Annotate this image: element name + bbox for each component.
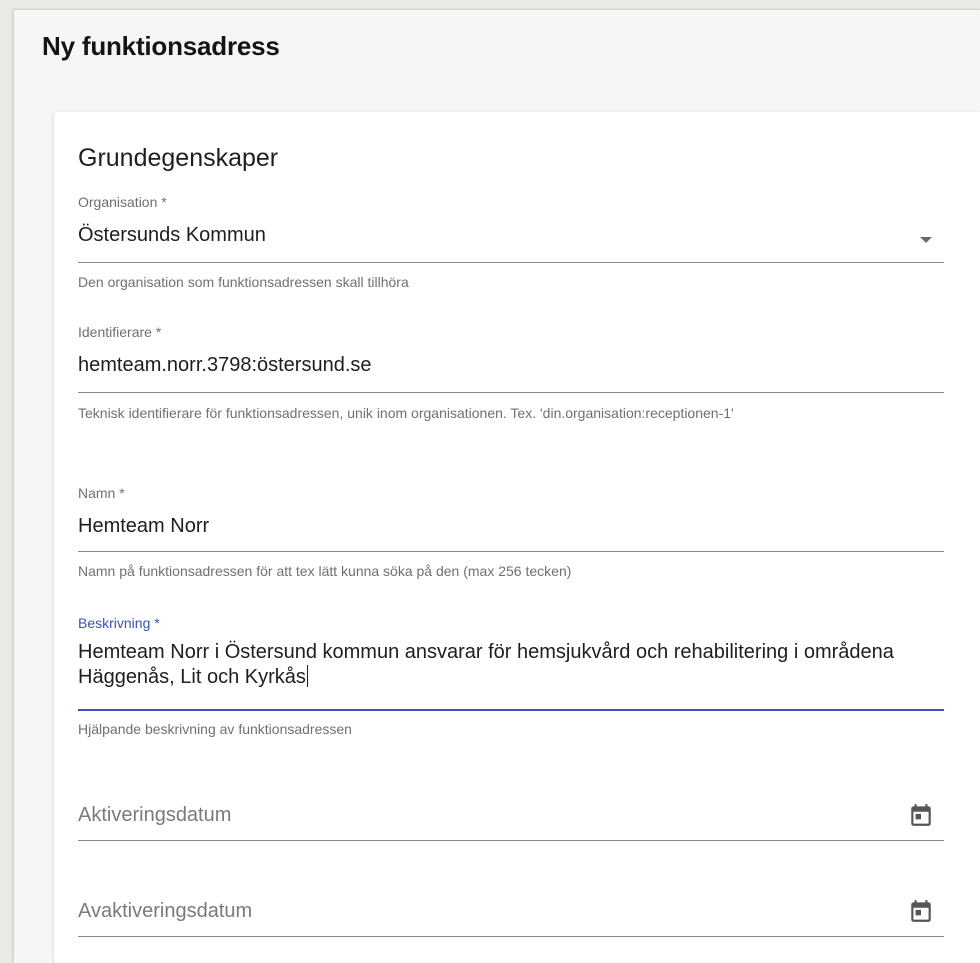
beskrivning-hint: Hjälpande beskrivning av funktionsadress…	[78, 721, 352, 737]
beskrivning-label: Beskrivning *	[78, 615, 160, 631]
identifierare-field[interactable]: Identifierare * hemteam.norr.3798:östers…	[78, 324, 944, 464]
beskrivning-field[interactable]: Beskrivning * Hemteam Norr i Östersund k…	[78, 615, 944, 745]
aktiveringsdatum-underline	[78, 840, 944, 841]
aktiveringsdatum-input[interactable]: Aktiveringsdatum	[78, 804, 231, 827]
avaktiveringsdatum-input[interactable]: Avaktiveringsdatum	[78, 900, 252, 923]
calendar-icon[interactable]	[908, 802, 934, 828]
text-caret	[306, 665, 309, 687]
namn-field[interactable]: Namn * Hemteam Norr Namn på funktionsadr…	[78, 485, 944, 595]
form-card: Grundegenskaper Organisation * Östersund…	[54, 112, 980, 963]
namn-label: Namn *	[78, 485, 125, 501]
organisation-label: Organisation *	[78, 194, 167, 210]
organisation-underline	[78, 262, 944, 263]
page-title: Ny funktionsadress	[42, 31, 280, 61]
avaktiveringsdatum-field[interactable]: Avaktiveringsdatum	[78, 888, 944, 938]
identifierare-input[interactable]: hemteam.norr.3798:östersund.se	[78, 354, 372, 377]
aktiveringsdatum-field[interactable]: Aktiveringsdatum	[78, 792, 944, 842]
beskrivning-text: Hemteam Norr i Östersund kommun ansvarar…	[78, 641, 894, 688]
identifierare-underline	[78, 392, 944, 393]
calendar-icon[interactable]	[908, 898, 934, 924]
identifierare-label: Identifierare *	[78, 324, 162, 340]
avaktiveringsdatum-underline	[78, 936, 944, 937]
namn-hint: Namn på funktionsadressen för att tex lä…	[78, 563, 572, 579]
beskrivning-textarea[interactable]: Hemteam Norr i Östersund kommun ansvarar…	[78, 640, 898, 690]
organisation-hint: Den organisation som funktionsadressen s…	[78, 274, 409, 290]
beskrivning-underline	[78, 709, 944, 711]
namn-input[interactable]: Hemteam Norr	[78, 515, 209, 538]
identifierare-hint: Teknisk identifierare för funktionsadres…	[78, 405, 734, 421]
organisation-select[interactable]: Organisation * Östersunds Kommun Den org…	[78, 194, 944, 294]
namn-underline	[78, 551, 944, 552]
organisation-value: Östersunds Kommun	[78, 224, 266, 246]
section-title: Grundegenskaper	[78, 144, 279, 172]
chevron-down-icon[interactable]	[920, 237, 932, 243]
